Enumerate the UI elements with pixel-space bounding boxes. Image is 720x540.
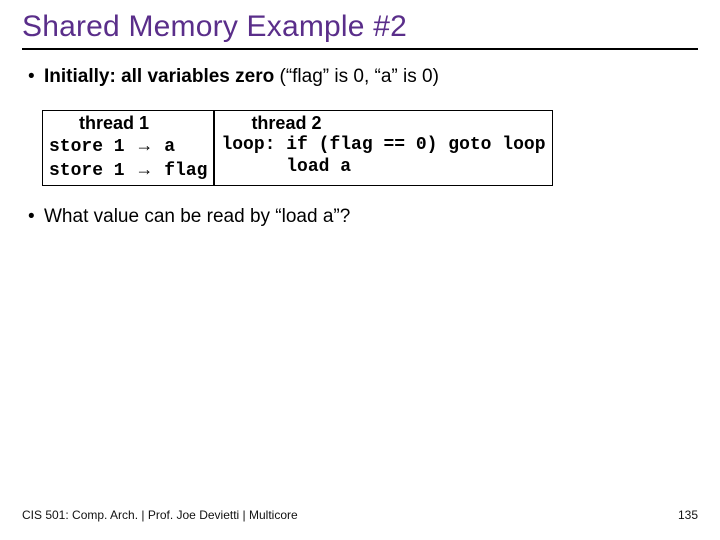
thread-1-line-1: store 1 → a: [49, 134, 207, 159]
bullet-1-strong: Initially: all variables zero: [44, 66, 274, 87]
arrow-icon: →: [135, 135, 153, 155]
bullet-2-text: What value can be read by “load a”?: [44, 204, 350, 230]
thread-2-line-1: loop: if (flag == 0) goto loop: [221, 134, 545, 157]
thread-2-box: thread 2 loop: if (flag == 0) goto loop …: [214, 110, 552, 186]
t1-l2-b: flag: [153, 161, 207, 181]
title-underline: [22, 48, 698, 50]
bullet-1-text: Initially: all variables zero (“flag” is…: [44, 64, 439, 90]
thread-1-header: thread 1: [49, 111, 207, 134]
bullet-dot-icon: •: [28, 64, 44, 90]
t1-l2-a: store 1: [49, 161, 135, 181]
slide: Shared Memory Example #2 • Initially: al…: [0, 0, 720, 540]
t1-l1-a: store 1: [49, 137, 135, 157]
arrow-icon: →: [135, 159, 153, 179]
thread-1-box: thread 1 store 1 → a store 1 → flag: [42, 110, 214, 186]
bullet-dot-icon: •: [28, 204, 44, 230]
slide-title: Shared Memory Example #2: [22, 10, 698, 48]
code-area: thread 1 store 1 → a store 1 → flag thre…: [42, 110, 698, 186]
bullet-list: • Initially: all variables zero (“flag” …: [22, 64, 698, 90]
bullet-1: • Initially: all variables zero (“flag” …: [28, 64, 698, 90]
footer: CIS 501: Comp. Arch. | Prof. Joe Deviett…: [22, 508, 698, 522]
bullet-1-rest: (“flag” is 0, “a” is 0): [274, 66, 439, 87]
thread-2-line-2: load a: [221, 156, 545, 179]
thread-1-line-2: store 1 → flag: [49, 158, 207, 183]
page-number: 135: [678, 508, 698, 522]
thread-2-header: thread 2: [221, 111, 545, 134]
footer-left: CIS 501: Comp. Arch. | Prof. Joe Deviett…: [22, 508, 298, 522]
bullet-2: • What value can be read by “load a”?: [28, 204, 698, 230]
t1-l1-b: a: [153, 137, 175, 157]
code-row: thread 1 store 1 → a store 1 → flag thre…: [42, 110, 698, 186]
bullet-list-2: • What value can be read by “load a”?: [22, 204, 698, 230]
